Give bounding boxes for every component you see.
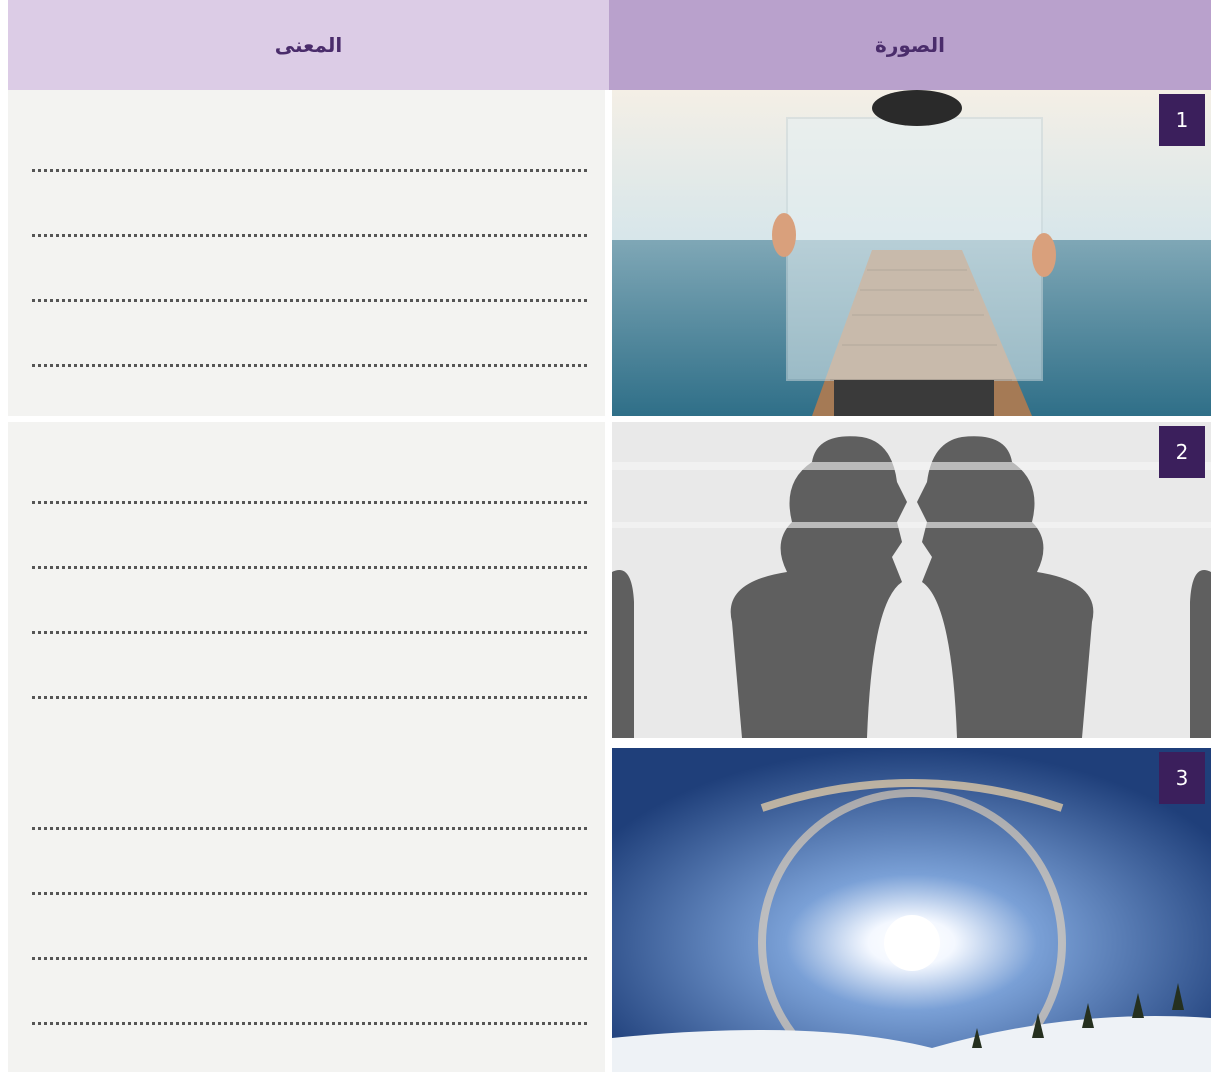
answer-line[interactable] bbox=[32, 293, 587, 302]
answer-cell[interactable] bbox=[8, 90, 605, 416]
row-number-badge: 3 bbox=[1159, 752, 1205, 804]
meaning-column-header: المعنى bbox=[8, 0, 609, 103]
sun-halo-photo-icon: 3 bbox=[612, 748, 1211, 1072]
answer-line[interactable] bbox=[32, 495, 587, 504]
answer-cell[interactable] bbox=[8, 748, 605, 1072]
vase-faces-illusion-icon: 2 bbox=[612, 422, 1211, 738]
answer-line[interactable] bbox=[32, 228, 587, 237]
meaning-header-label: المعنى bbox=[274, 33, 343, 57]
table-row: 2 bbox=[8, 422, 1211, 748]
row-number-badge: 1 bbox=[1159, 94, 1205, 146]
image-header-label: الصورة bbox=[875, 33, 945, 57]
answer-line[interactable] bbox=[32, 886, 587, 895]
answer-line[interactable] bbox=[32, 625, 587, 634]
row-number-badge: 2 bbox=[1159, 426, 1205, 478]
answer-line[interactable] bbox=[32, 821, 587, 830]
table-row: 3 bbox=[8, 748, 1211, 1072]
answer-line[interactable] bbox=[32, 163, 587, 172]
image-column-header: الصورة bbox=[609, 0, 1211, 103]
table-row: 1 bbox=[8, 90, 1211, 416]
answer-line[interactable] bbox=[32, 690, 587, 699]
answer-line[interactable] bbox=[32, 358, 587, 367]
answer-line[interactable] bbox=[32, 951, 587, 960]
answer-cell[interactable] bbox=[8, 422, 605, 748]
answer-line[interactable] bbox=[32, 560, 587, 569]
mirror-pier-photo-icon: 1 bbox=[612, 90, 1211, 416]
answer-line[interactable] bbox=[32, 1016, 587, 1025]
